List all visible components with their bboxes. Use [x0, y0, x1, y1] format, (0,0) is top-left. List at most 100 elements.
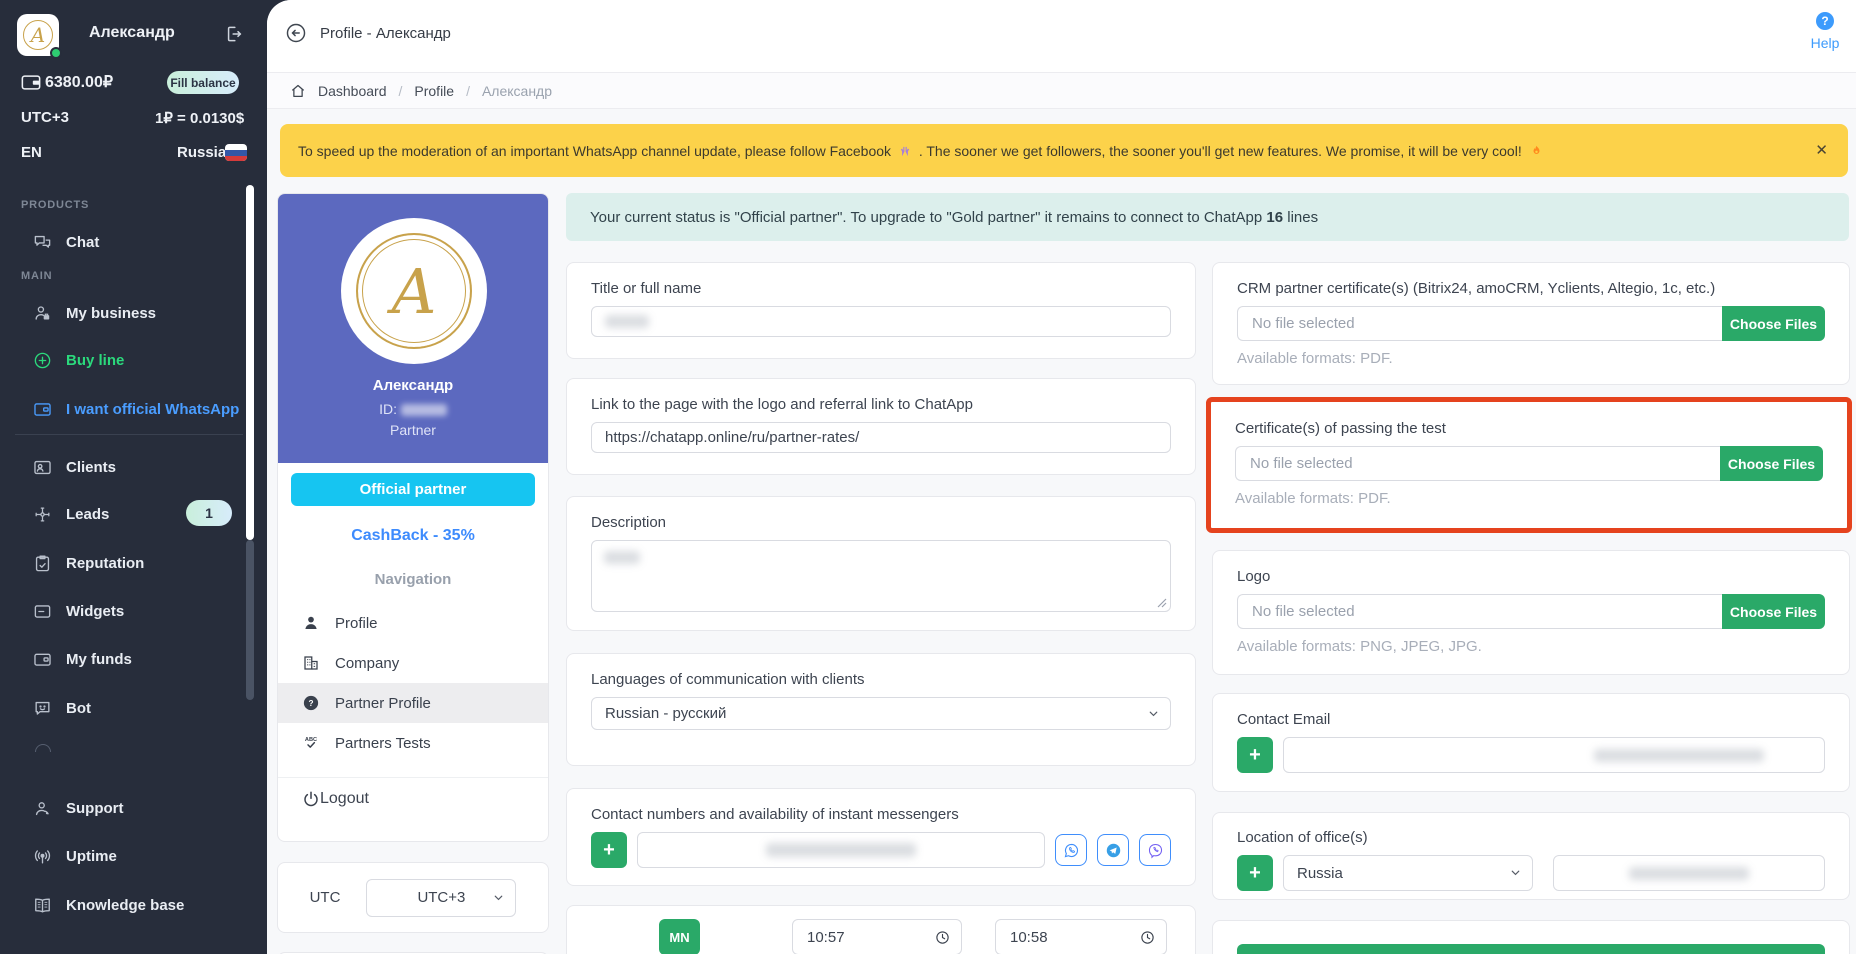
clients-icon [33, 458, 52, 477]
reputation-icon [33, 554, 52, 573]
test-choose-files-button[interactable]: Choose Files [1720, 446, 1823, 481]
user-icon [302, 614, 321, 633]
raised-hands-icon [898, 144, 912, 158]
email-input[interactable] [1283, 737, 1825, 773]
sidebar-item-widgets[interactable]: Widgets [0, 598, 250, 624]
profile-avatar[interactable]: A [341, 218, 487, 364]
chat-icon [33, 233, 52, 252]
nav-item-logout[interactable]: Logout [278, 778, 548, 819]
nav-item-company[interactable]: Company [278, 643, 548, 683]
russia-flag-icon[interactable] [225, 144, 247, 161]
breadcrumb: Dashboard / Profile / Александр [267, 73, 1856, 109]
city-input[interactable] [1553, 855, 1825, 891]
nav-item-profile[interactable]: Profile [278, 603, 548, 643]
phone-input[interactable] [637, 832, 1045, 868]
close-icon[interactable]: ✕ [1815, 141, 1828, 159]
sidebar: A Александр 6380.00₽ Fill balance UTC+3 … [0, 0, 267, 954]
test-certificate-label: Certificate(s) of passing the test [1235, 420, 1823, 437]
widgets-icon [33, 602, 52, 621]
sidebar-item-my-funds[interactable]: My funds [0, 646, 250, 672]
avatar[interactable]: A [17, 14, 59, 56]
blurred-value [1594, 749, 1764, 762]
sidebar-divider [15, 434, 243, 435]
utc-label: UTC [310, 889, 341, 906]
language-switcher[interactable]: EN [21, 144, 42, 161]
help-button[interactable]: ? Help [1802, 12, 1848, 51]
resize-handle-icon[interactable] [1157, 598, 1167, 608]
scrollbar-thumb-secondary[interactable] [246, 540, 254, 700]
utc-select[interactable]: UTC+3 [366, 879, 516, 917]
notification-banner: To speed up the moderation of an importa… [280, 124, 1848, 177]
title-input[interactable] [591, 306, 1171, 337]
uptime-icon [33, 847, 52, 866]
sidebar-item-knowledge-base[interactable]: Knowledge base [0, 892, 250, 918]
sidebar-item-uptime[interactable]: Uptime [0, 843, 250, 869]
cashback-link[interactable]: CashBack - 35% [278, 527, 548, 545]
home-icon[interactable] [290, 83, 306, 99]
sidebar-item-clients[interactable]: Clients [0, 454, 250, 480]
svg-text:?: ? [308, 699, 313, 708]
breadcrumb-dashboard[interactable]: Dashboard [318, 83, 387, 99]
chevron-down-icon [1147, 707, 1160, 720]
crm-choose-files-button[interactable]: Choose Files [1722, 306, 1825, 341]
lines-count: 16 [1266, 209, 1283, 226]
time-to-input[interactable]: 10:58 [995, 919, 1167, 954]
scrollbar-thumb[interactable] [246, 185, 254, 540]
official-partner-button[interactable]: Official partner [291, 473, 535, 506]
add-phone-button[interactable]: + [591, 832, 627, 868]
logout-icon[interactable] [224, 24, 244, 44]
fill-balance-button[interactable]: Fill balance [167, 71, 239, 94]
nav-item-partner-profile[interactable]: ? Partner Profile [278, 683, 548, 723]
description-label: Description [591, 514, 1171, 531]
logo-file-input[interactable]: No file selected [1237, 594, 1722, 629]
sidebar-item-reputation[interactable]: Reputation [0, 550, 250, 576]
description-textarea[interactable] [591, 540, 1171, 612]
add-email-button[interactable]: + [1237, 737, 1273, 773]
nav-item-partners-tests[interactable]: ABC Partners Tests [278, 723, 548, 763]
test-certificate-card-highlighted: Certificate(s) of passing the test No fi… [1206, 397, 1852, 533]
sidebar-item-buy-line[interactable]: Buy line [0, 347, 250, 373]
monday-button[interactable]: MN [659, 919, 700, 954]
test-formats-hint: Available formats: PDF. [1235, 490, 1823, 507]
contact-email-card: Contact Email + [1212, 693, 1850, 792]
title-label: Title or full name [591, 280, 1171, 297]
chevron-down-icon [1509, 866, 1522, 879]
sidebar-item-bot[interactable]: Bot [0, 695, 250, 721]
profile-role: Partner [278, 422, 548, 438]
add-location-button[interactable]: + [1237, 855, 1273, 891]
test-file-input[interactable]: No file selected [1235, 446, 1720, 481]
status-box: Your current status is "Official partner… [566, 193, 1849, 241]
balance-amount: 6380.00₽ [45, 72, 113, 92]
languages-select[interactable]: Russian - русский [591, 697, 1171, 730]
products-section-label: PRODUCTS [21, 199, 89, 211]
crm-file-input[interactable]: No file selected [1237, 306, 1722, 341]
country-label: Russia [177, 144, 226, 161]
sidebar-item-my-business[interactable]: My business [0, 300, 250, 326]
back-icon[interactable] [285, 22, 307, 44]
bot-icon [33, 699, 52, 718]
time-from-input[interactable]: 10:57 [792, 919, 962, 954]
help-icon: ? [1816, 12, 1834, 30]
leads-icon [33, 505, 52, 524]
whatsapp-button[interactable] [1055, 834, 1087, 866]
viber-button[interactable] [1139, 834, 1171, 866]
leads-count-badge: 1 [186, 500, 232, 526]
power-icon [302, 790, 320, 808]
save-button[interactable] [1237, 944, 1825, 954]
support-icon [33, 799, 52, 818]
sidebar-user-name: Александр [89, 24, 175, 42]
schedule-card: MN 10:57 10:58 [566, 905, 1196, 954]
svg-text:ABC: ABC [305, 736, 317, 742]
sidebar-item-support[interactable]: Support [0, 795, 250, 821]
sidebar-item-chat[interactable]: Chat [0, 229, 250, 255]
breadcrumb-profile[interactable]: Profile [414, 83, 454, 99]
sidebar-item-official-whatsapp[interactable]: I want official WhatsApp [0, 396, 250, 422]
country-select[interactable]: Russia [1283, 855, 1533, 891]
link-card: Link to the page with the logo and refer… [566, 378, 1196, 475]
clock-icon [1140, 930, 1155, 945]
logo-card: Logo No file selected Choose Files Avail… [1212, 550, 1850, 675]
wallet-icon [21, 74, 41, 91]
telegram-button[interactable] [1097, 834, 1129, 866]
link-input[interactable]: https://chatapp.online/ru/partner-rates/ [591, 422, 1171, 453]
logo-choose-files-button[interactable]: Choose Files [1722, 594, 1825, 629]
